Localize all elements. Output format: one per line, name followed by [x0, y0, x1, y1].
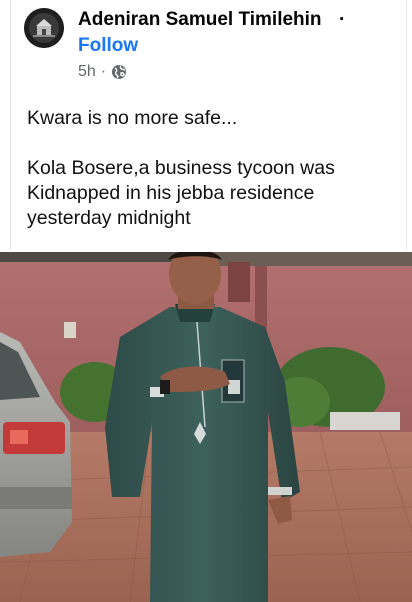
follow-button[interactable]: Follow: [78, 35, 138, 57]
meta-separator: ·: [100, 63, 107, 80]
post-photo[interactable]: [0, 252, 412, 602]
author-avatar[interactable]: [24, 8, 64, 48]
avatar-image: [24, 8, 64, 48]
author-name[interactable]: Adeniran Samuel Timilehin: [78, 9, 322, 31]
post-time[interactable]: 5h: [78, 63, 96, 81]
author-separator: ·: [339, 9, 346, 30]
post-text-line2: Kola Bosere,a business tycoon was Kidnap…: [27, 157, 335, 229]
globe-icon: [111, 64, 127, 80]
post-photo-image: [0, 252, 412, 602]
post-text-line1: Kwara is no more safe...: [27, 107, 238, 129]
post-text: Kwara is no more safe... Kola Bosere,a b…: [27, 106, 392, 231]
post-meta: 5h ·: [78, 63, 127, 81]
facebook-post: Adeniran Samuel Timilehin · Follow 5h · …: [0, 0, 412, 602]
